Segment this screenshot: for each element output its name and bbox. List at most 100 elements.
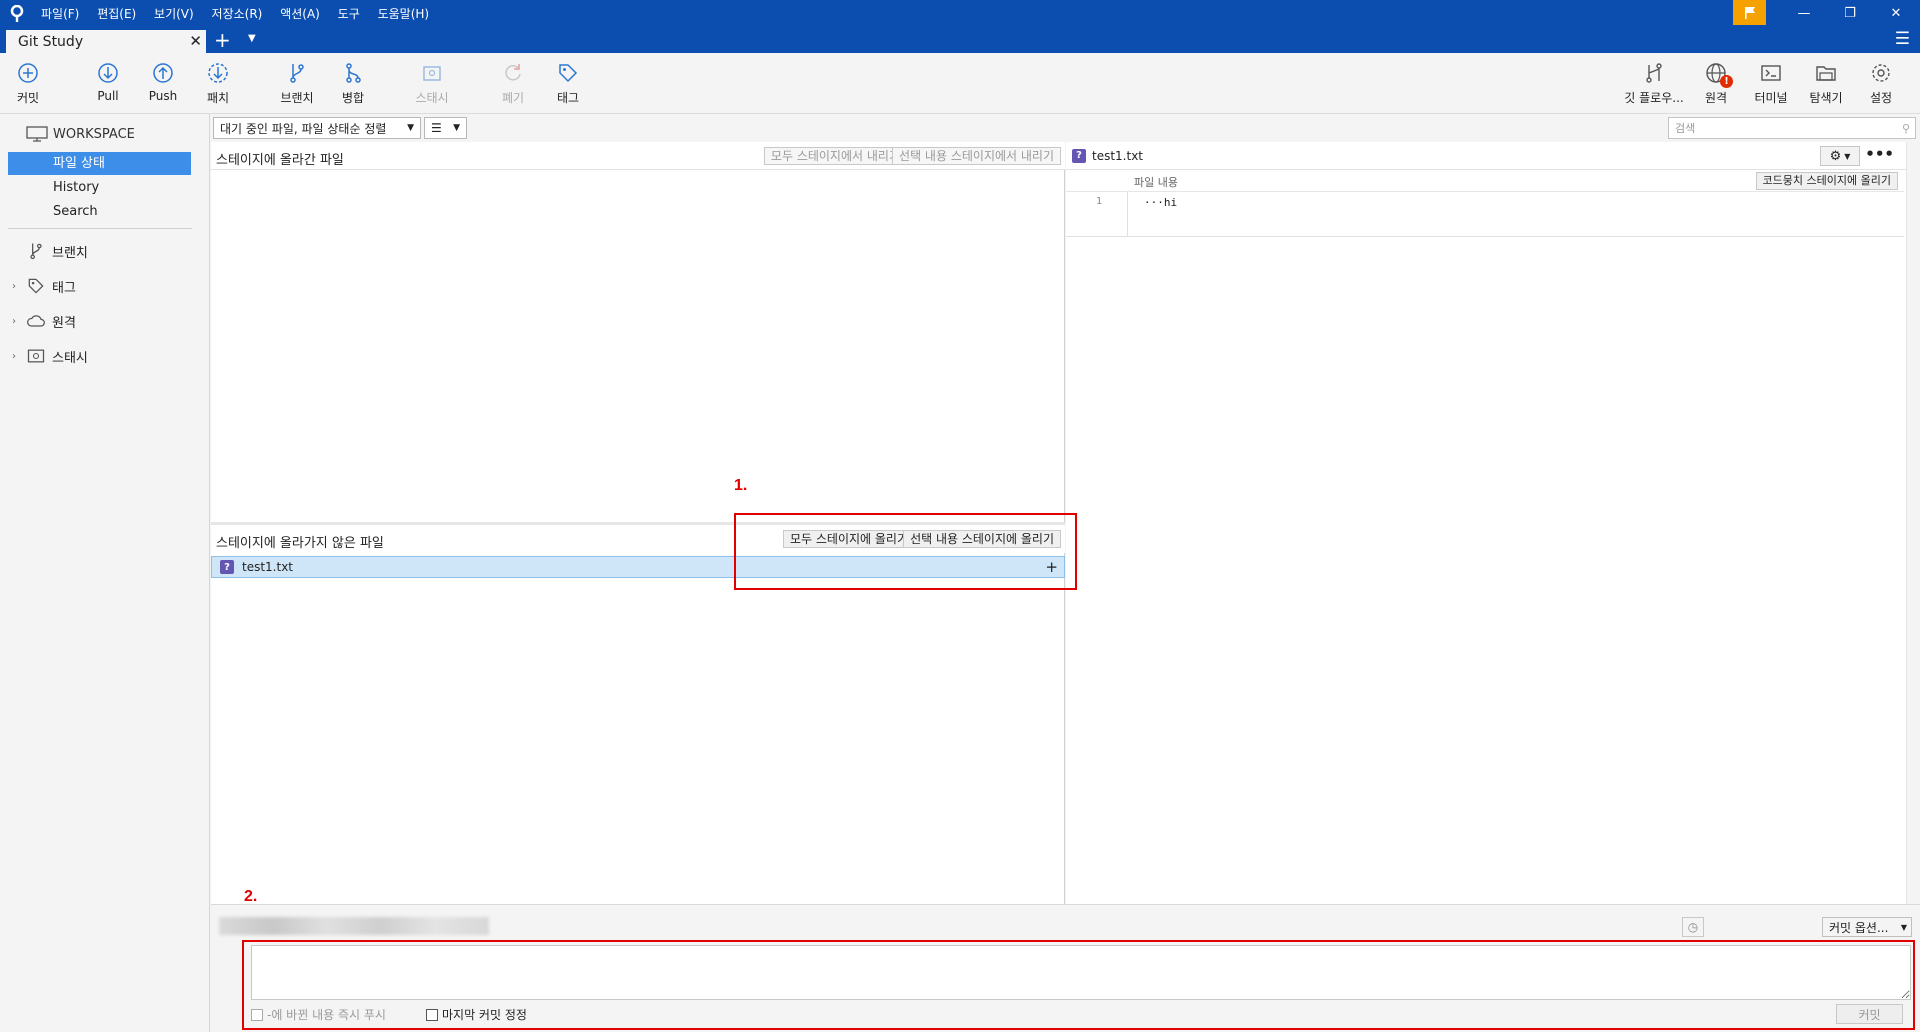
stash-button[interactable]: 스태시	[404, 61, 460, 109]
tag-label: 태그	[556, 91, 580, 105]
menu-help[interactable]: 도움말(H)	[378, 7, 430, 21]
unstage-all-button[interactable]: 모두 스테이지에서 내리기	[763, 147, 907, 165]
push-button[interactable]: Push	[135, 61, 191, 109]
title-bar: 파일(F) 편집(E) 보기(V) 저장소(R) 액션(A) 도구 도움말(H)…	[0, 0, 1920, 27]
terminal-button[interactable]: 터미널	[1743, 61, 1799, 109]
staged-title: 스테이지에 올라간 파일	[216, 153, 344, 168]
fetch-button[interactable]: 패치	[190, 61, 246, 109]
more-options-icon[interactable]: •••	[1865, 145, 1894, 163]
commit-icon	[18, 63, 38, 83]
close-window-button[interactable]: ✕	[1873, 0, 1919, 27]
new-tab-icon[interactable]: +	[214, 28, 231, 52]
menu-view[interactable]: 보기(V)	[154, 7, 194, 21]
search-icon: ⚲	[1901, 121, 1910, 135]
workspace-label: WORKSPACE	[53, 126, 135, 142]
workspace-header: WORKSPACE	[26, 126, 135, 142]
chevron-right-icon[interactable]: ›	[12, 351, 26, 362]
tab-strip: Git Study ✕ + ▼ ☰	[0, 27, 1920, 53]
merge-icon	[346, 63, 361, 83]
code-end-divider	[1066, 236, 1904, 237]
chevron-right-icon[interactable]: ›	[12, 316, 26, 327]
close-tab-icon[interactable]: ✕	[189, 32, 202, 50]
menu-tools[interactable]: 도구	[338, 7, 360, 21]
remote-button[interactable]: ! 원격	[1688, 61, 1744, 109]
flag-icon[interactable]	[1733, 0, 1766, 25]
sidebar-item-search[interactable]: Search	[8, 200, 191, 223]
annotation-box-1	[734, 513, 1077, 590]
minimize-button[interactable]: —	[1781, 0, 1827, 27]
cloud-icon	[27, 315, 45, 327]
diff-options-button[interactable]: ⚙ ▼	[1820, 146, 1860, 166]
sidebar-section-tags[interactable]: › 태그	[12, 275, 76, 297]
remote-warning-badge: !	[1720, 75, 1733, 88]
staged-header: 스테이지에 올라간 파일 모두 스테이지에서 내리기 선택 내용 스테이지에서 …	[211, 142, 1065, 170]
sidebar-item-file-status[interactable]: 파일 상태	[8, 152, 191, 175]
annotation-label-1: 1.	[734, 477, 748, 494]
tag-icon	[28, 278, 44, 294]
code-line: ···hi	[1144, 196, 1178, 209]
sort-dropdown[interactable]: 대기 중인 파일, 파일 상태순 정렬 ▼	[213, 117, 421, 139]
stash-icon	[423, 66, 441, 81]
chevron-down-icon: ▼	[453, 123, 460, 133]
gear-icon: ⚙	[1829, 148, 1842, 164]
remotes-label: 원격	[52, 315, 76, 331]
diff-pane: ? test1.txt ⚙ ▼ ••• 파일 내용 코드뭉치 스테이지에 올리기 …	[1066, 142, 1906, 904]
tag-button[interactable]: 태그	[540, 61, 596, 109]
sidebar-item-history[interactable]: History	[8, 176, 191, 199]
hamburger-menu-icon[interactable]: ☰	[1895, 29, 1910, 49]
untracked-status-icon: ?	[220, 560, 234, 574]
push-icon	[153, 63, 173, 83]
chevron-right-icon[interactable]: ›	[12, 281, 26, 292]
explorer-button[interactable]: 탐색기	[1798, 61, 1854, 109]
remote-label: 원격	[1704, 91, 1728, 105]
settings-button[interactable]: 설정	[1853, 61, 1909, 109]
pull-button[interactable]: Pull	[80, 61, 136, 109]
terminal-label: 터미널	[1754, 91, 1788, 105]
sidebar-divider	[8, 228, 192, 229]
chevron-down-icon[interactable]: ▼	[248, 33, 256, 44]
restore-button[interactable]: ❐	[1827, 0, 1873, 27]
view-mode-dropdown[interactable]: ☰ ▼	[424, 117, 467, 139]
annotation-box-2	[242, 940, 1915, 1030]
branch-button[interactable]: 브랜치	[269, 61, 325, 109]
git-flow-button[interactable]: 깃 플로우...	[1624, 61, 1684, 109]
chevron-down-icon: ▼	[407, 123, 414, 133]
fetch-icon	[208, 63, 228, 83]
commit-options-dropdown[interactable]: 커밋 옵션... ▼	[1822, 917, 1912, 937]
sidebar: WORKSPACE 파일 상태 History Search 브랜치 › 태그 …	[0, 114, 210, 1032]
menu-file[interactable]: 파일(F)	[41, 7, 79, 21]
unstage-selected-button[interactable]: 선택 내용 스테이지에서 내리기	[892, 147, 1061, 165]
sidebar-section-remotes[interactable]: › 원격	[12, 310, 76, 332]
line-number: 1	[1096, 196, 1103, 207]
clock-icon[interactable]: ◷	[1682, 917, 1704, 937]
explorer-label: 탐색기	[1809, 91, 1843, 105]
fetch-label: 패치	[206, 91, 230, 105]
discard-label: 폐기	[501, 91, 525, 105]
tab-git-study[interactable]: Git Study ✕	[6, 30, 206, 53]
menu-repository[interactable]: 저장소(R)	[212, 7, 263, 21]
sidebar-section-stashes[interactable]: › 스태시	[12, 345, 88, 367]
folder-icon	[1816, 66, 1836, 81]
search-input[interactable]: 검색 ⚲	[1668, 117, 1916, 139]
sourcetree-logo-icon	[0, 0, 34, 27]
annotation-label-2: 2.	[244, 888, 258, 905]
git-flow-label: 깃 플로우...	[1624, 91, 1684, 105]
chevron-down-icon: ▼	[1900, 922, 1907, 932]
sidebar-section-branches[interactable]: 브랜치	[12, 240, 88, 262]
sort-label: 대기 중인 파일, 파일 상태순 정렬	[220, 121, 387, 136]
filter-bar: 대기 중인 파일, 파일 상태순 정렬 ▼ ☰ ▼ 검색 ⚲	[211, 114, 1920, 142]
monitor-icon	[26, 126, 48, 142]
stage-hunk-button[interactable]: 코드뭉치 스테이지에 올리기	[1755, 172, 1898, 190]
commit-button[interactable]: 커밋	[0, 61, 56, 109]
vertical-scrollbar[interactable]	[1906, 142, 1920, 904]
menu-edit[interactable]: 편집(E)	[97, 7, 136, 21]
menu-actions[interactable]: 액션(A)	[280, 7, 320, 21]
pull-icon	[98, 63, 118, 83]
search-placeholder: 검색	[1675, 122, 1696, 135]
merge-button[interactable]: 병합	[325, 61, 381, 109]
branch-label: 브랜치	[280, 91, 314, 105]
tags-label: 태그	[52, 280, 76, 296]
discard-icon	[505, 64, 521, 81]
pull-label: Pull	[97, 89, 119, 103]
discard-button[interactable]: 폐기	[485, 61, 541, 109]
